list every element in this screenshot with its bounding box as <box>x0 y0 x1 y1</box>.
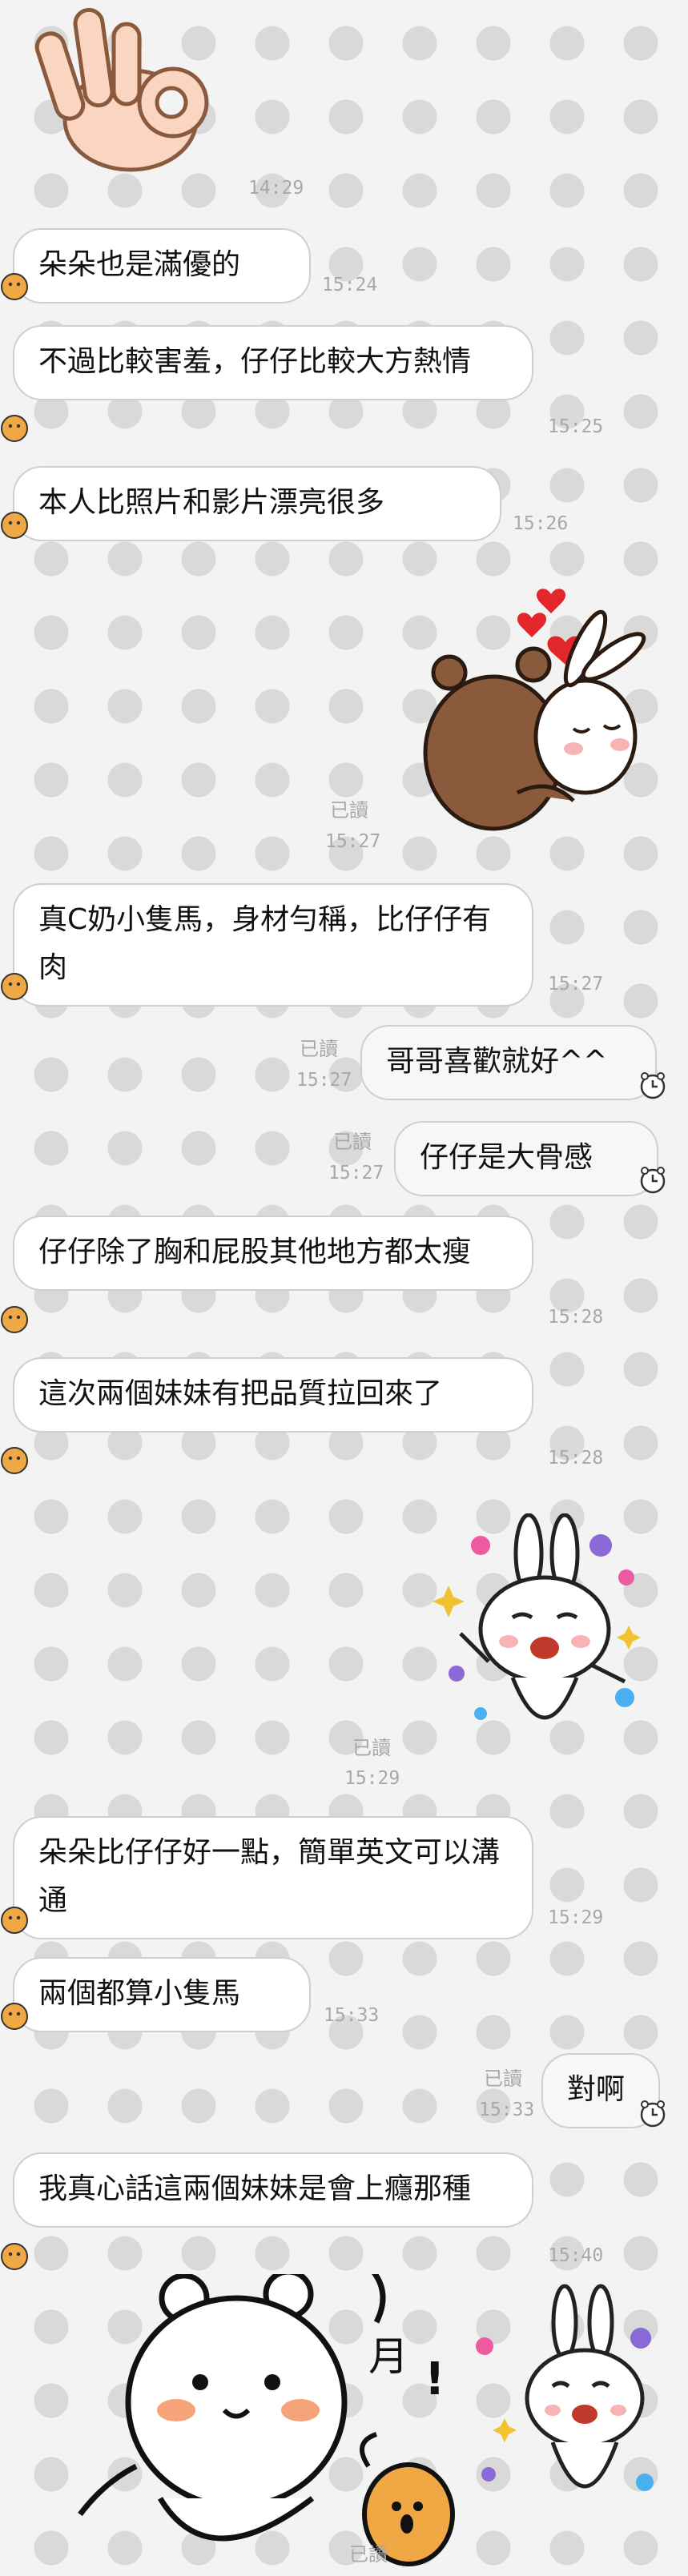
incoming-message-bubble[interactable]: 朵朵比仔仔好一點，簡單英文可以溝通 <box>13 1816 533 1939</box>
avatar-chick-icon[interactable] <box>0 2242 29 2271</box>
read-receipt: 已讀 <box>330 799 368 822</box>
timestamp: 15:26 <box>513 513 569 534</box>
incoming-message-bubble[interactable]: 兩個都算小隻馬 <box>13 1957 311 2032</box>
timestamp: 15:29 <box>548 1907 604 1928</box>
avatar-chick-icon[interactable] <box>0 2002 29 2031</box>
avatar-chick-icon[interactable] <box>0 414 29 443</box>
avatar-chick-icon[interactable] <box>0 972 29 1001</box>
cony-flowers-sticker[interactable] <box>433 1513 649 1770</box>
avatar-chick-icon[interactable] <box>0 1906 29 1935</box>
timestamp: 14:29 <box>248 178 304 199</box>
clock-face-icon[interactable] <box>638 2098 668 2128</box>
svg-text:月: 月 <box>368 2333 408 2380</box>
clock-face-icon[interactable] <box>638 1164 668 1195</box>
timestamp: 15:40 <box>548 2245 604 2266</box>
timestamp: 15:28 <box>548 1307 604 1328</box>
incoming-message-bubble[interactable]: 真C奶小隻馬，身材勻稱，比仔仔有肉 <box>13 883 533 1007</box>
avatar-chick-icon[interactable] <box>0 272 29 301</box>
outgoing-message-bubble[interactable]: 哥哥喜歡就好^^ <box>360 1025 657 1100</box>
read-receipt: 已讀 <box>349 2543 388 2566</box>
incoming-message-bubble[interactable]: 我真心話這兩個妹妹是會上癮那種 <box>13 2152 533 2228</box>
timestamp: 15:27 <box>548 974 604 995</box>
timestamp: 15:25 <box>548 416 604 437</box>
read-receipt: 已讀 <box>484 2068 522 2090</box>
timestamp: 15:27 <box>325 831 381 852</box>
timestamp: 15:27 <box>296 1070 352 1091</box>
svg-text:!: ! <box>424 2353 445 2405</box>
clock-face-icon[interactable] <box>638 1070 668 1100</box>
timestamp: 15:33 <box>479 2100 535 2120</box>
timestamp: 15:27 <box>328 1163 384 1184</box>
timestamp: 15:33 <box>324 2005 380 2026</box>
chat-screen: { "messages": [ {"id":"s1","type":"stick… <box>0 0 688 2573</box>
avatar-chick-icon[interactable] <box>0 511 29 540</box>
read-receipt: 已讀 <box>300 1038 338 1060</box>
timestamp: 15:29 <box>344 1768 400 1789</box>
incoming-message-bubble[interactable]: 不過比較害羞，仔仔比較大方熱情 <box>13 325 533 400</box>
brown-cony-kiss-sticker[interactable] <box>413 585 654 849</box>
ok-hand-sticker[interactable] <box>30 0 215 176</box>
incoming-message-bubble[interactable]: 這次兩個妹妹有把品質拉回來了 <box>13 1357 533 1433</box>
avatar-chick-icon[interactable] <box>0 1305 29 1334</box>
bear-cony-dance-sticker[interactable]: 月 ! <box>72 2264 665 2573</box>
timestamp: 15:24 <box>322 275 378 295</box>
outgoing-message-bubble[interactable]: 仔仔是大骨感 <box>394 1121 658 1196</box>
incoming-message-bubble[interactable]: 朵朵也是滿優的 <box>13 228 311 303</box>
read-receipt: 已讀 <box>333 1131 372 1153</box>
avatar-chick-icon[interactable] <box>0 1446 29 1475</box>
timestamp: 15:28 <box>548 1448 604 1469</box>
incoming-message-bubble[interactable]: 本人比照片和影片漂亮很多 <box>13 466 501 541</box>
read-receipt: 已讀 <box>352 1737 391 1759</box>
incoming-message-bubble[interactable]: 仔仔除了胸和屁股其他地方都太瘦 <box>13 1216 533 1291</box>
